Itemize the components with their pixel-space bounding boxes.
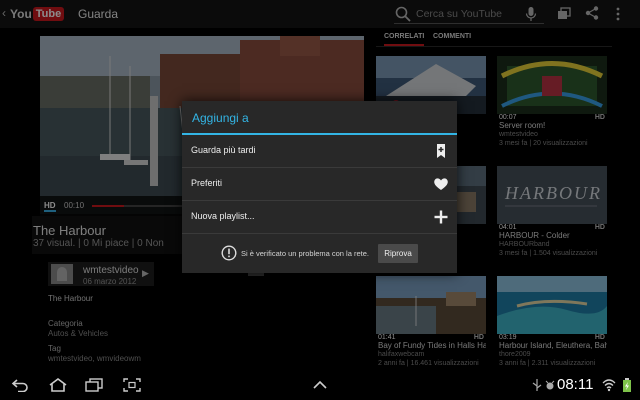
usb-icon xyxy=(532,379,542,391)
retry-button[interactable]: Riprova xyxy=(378,244,418,263)
new-playlist-item[interactable]: Nuova playlist... xyxy=(182,201,457,234)
favorites-label: Preferiti xyxy=(191,178,223,188)
favorites-item[interactable]: Preferiti xyxy=(182,168,457,201)
plus-icon xyxy=(434,210,448,224)
watch-later-item[interactable]: Guarda più tardi xyxy=(182,135,457,168)
status-clock: 08:11 xyxy=(557,376,594,393)
wifi-icon xyxy=(602,379,616,392)
add-to-dialog: Aggiungi a Guarda più tardi Preferiti Nu… xyxy=(182,101,457,273)
recent-apps-icon[interactable] xyxy=(84,378,104,392)
bookmark-add-icon xyxy=(437,144,445,158)
system-bar: 08:11 xyxy=(0,370,640,400)
alert-icon xyxy=(221,245,237,261)
new-playlist-label: Nuova playlist... xyxy=(191,211,255,221)
chevron-up-icon[interactable] xyxy=(310,378,330,392)
home-icon[interactable] xyxy=(48,378,68,392)
debug-icon xyxy=(545,380,555,390)
watch-later-label: Guarda più tardi xyxy=(191,145,256,155)
heart-icon xyxy=(434,178,448,190)
back-icon[interactable] xyxy=(10,378,30,392)
dialog-title: Aggiungi a xyxy=(192,111,249,125)
network-error-row: Si è verificato un problema con la rete.… xyxy=(182,235,457,273)
battery-icon xyxy=(623,378,631,392)
error-message: Si è verificato un problema con la rete. xyxy=(241,249,369,258)
screenshot-icon[interactable] xyxy=(122,378,142,392)
